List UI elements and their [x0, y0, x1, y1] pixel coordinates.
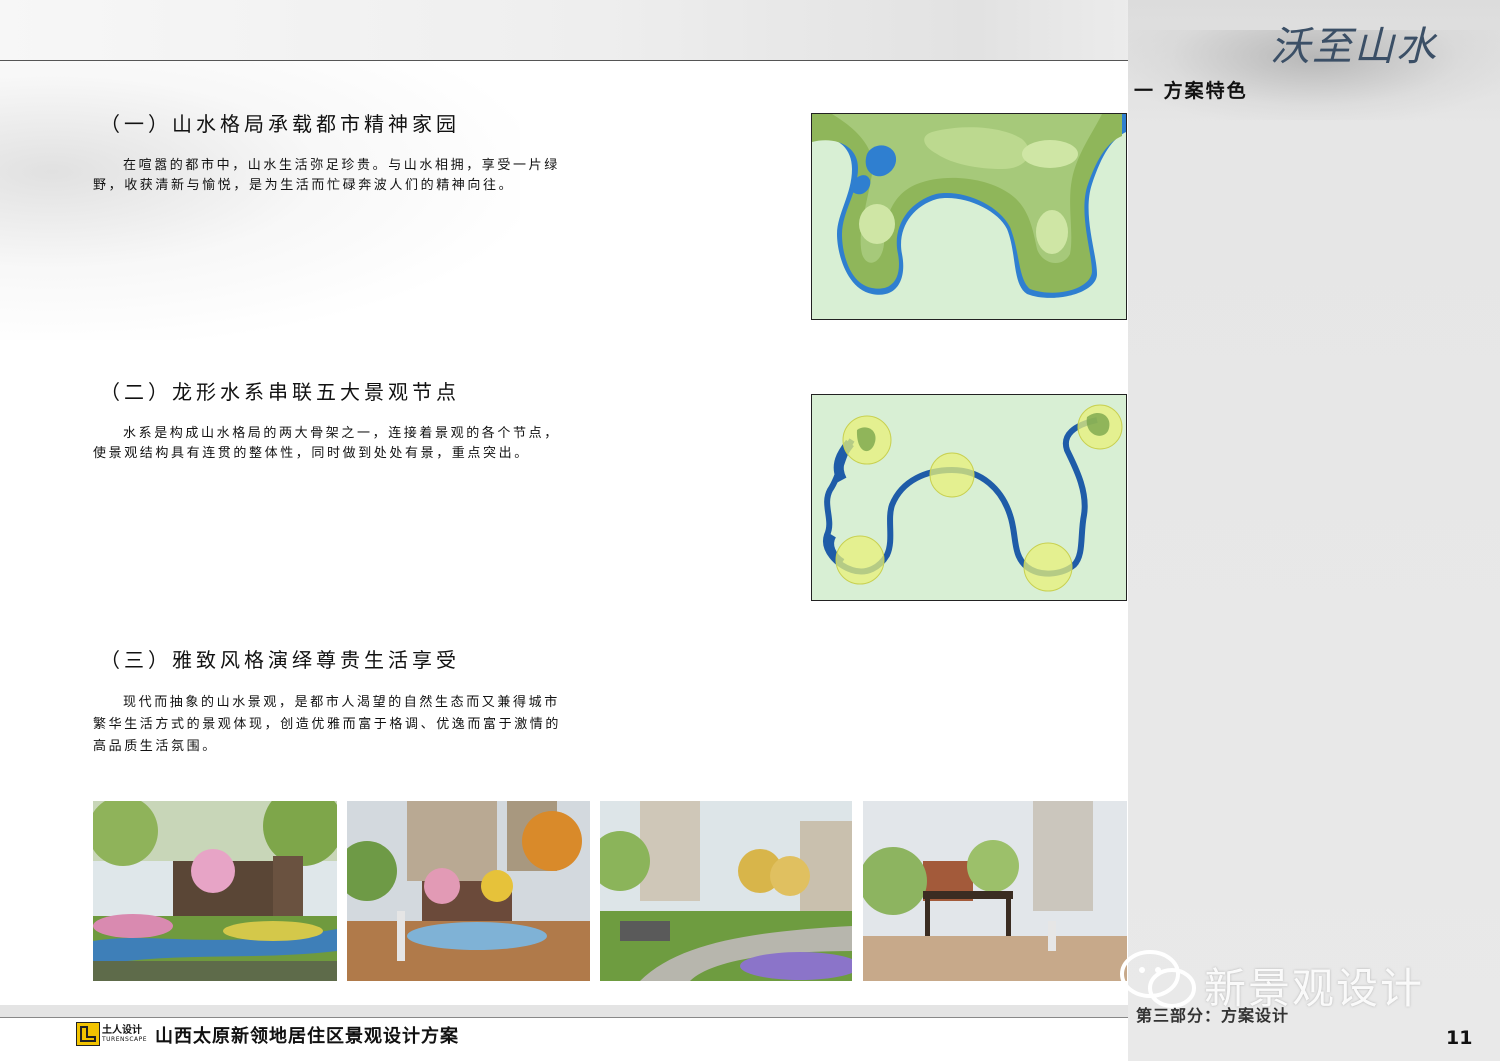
logo-name-cn: 土人设计	[102, 1025, 142, 1036]
watermark-text: 新景观设计	[1204, 964, 1425, 1013]
paragraph-1-line-1: 在喧嚣的都市中，山水生活弥足珍贵。与山水相拥，享受一片绿	[123, 158, 560, 173]
heading-1: （一）山水格局承载都市精神家园	[100, 112, 460, 136]
ink-wash-left	[0, 60, 520, 340]
paragraph-3: 现代而抽象的山水景观，是都市人渴望的自然生态而又兼得城市 繁华生活方式的景观体现…	[93, 692, 613, 758]
water-system-svg	[812, 395, 1126, 600]
water-system-map	[811, 394, 1127, 601]
node-3	[835, 535, 885, 585]
node-2	[929, 452, 975, 498]
terrain-plan-map	[811, 113, 1127, 320]
turenscape-logo-icon	[76, 1022, 100, 1046]
paragraph-3-line-2: 繁华生活方式的景观体现，创造优雅而富于格调、优逸而富于激情的	[93, 717, 562, 732]
paragraph-2-line-1: 水系是构成山水格局的两大骨架之一，连接着景观的各个节点，	[123, 426, 560, 441]
paragraph-3-line-1: 现代而抽象的山水景观，是都市人渴望的自然生态而又兼得城市	[123, 695, 560, 710]
paragraph-2-line-2: 使景观结构具有连贯的整体性，同时做到处处有景，重点突出。	[93, 446, 530, 461]
logo-name-en: TURENSCAPE	[102, 1036, 148, 1043]
wechat-icon	[1120, 948, 1198, 1016]
paragraph-1: 在喧嚣的都市中，山水生活弥足珍贵。与山水相拥，享受一片绿 野，收获清新与愉悦，是…	[93, 156, 613, 196]
right-panel	[1128, 0, 1500, 1061]
calligraphy-title: 沃至山水	[1270, 24, 1438, 70]
rendering-photo-2	[347, 801, 590, 981]
rendering-photo-3	[600, 801, 852, 981]
footer-line	[0, 1017, 1128, 1018]
heading-2: （二）龙形水系串联五大景观节点	[100, 380, 460, 404]
paragraph-3-line-3: 高品质生活氛围。	[93, 739, 218, 754]
project-title: 山西太原新领地居住区景观设计方案	[155, 1026, 459, 1047]
section-label: 一 方案特色	[1134, 80, 1248, 102]
footer-band	[0, 1005, 1128, 1017]
node-4	[1023, 542, 1073, 592]
heading-3: （三）雅致风格演绎尊贵生活享受	[100, 648, 460, 672]
terrain-plan-svg	[812, 114, 1126, 319]
top-rule	[0, 60, 1128, 61]
page-number: 11	[1446, 1027, 1473, 1049]
paragraph-1-line-2: 野，收获清新与愉悦，是为生活而忙碌奔波人们的精神向往。	[93, 178, 515, 193]
paragraph-2: 水系是构成山水格局的两大骨架之一，连接着景观的各个节点， 使景观结构具有连贯的整…	[93, 424, 613, 464]
rendering-photo-4	[863, 801, 1127, 981]
rendering-photo-1	[93, 801, 337, 981]
